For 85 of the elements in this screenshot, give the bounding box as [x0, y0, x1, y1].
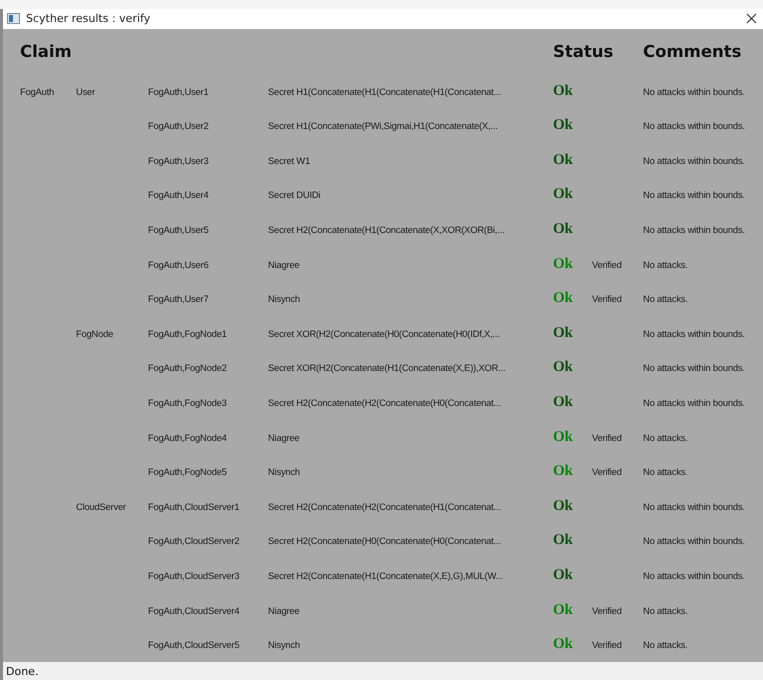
- claim-label: FogAuth,FogNode2: [148, 362, 227, 374]
- claim-text: Secret XOR(H2(Concatenate(H1(Concatenate(X,E)),XOR...: [268, 362, 506, 374]
- status-text: Ok: [553, 117, 573, 134]
- comment-text: No attacks.: [643, 604, 688, 616]
- comment-text: No attacks within bounds.: [643, 154, 745, 166]
- claim-text: Nisynch: [268, 293, 300, 304]
- claim-label: FogAuth,FogNode1: [148, 328, 227, 339]
- claim-text: Secret XOR(H2(Concatenate(H0(Concatenate(H0(IDf,X,...: [268, 328, 500, 339]
- claim-label: FogAuth,User5: [148, 224, 208, 236]
- claim-text: Niagree: [268, 258, 300, 270]
- claim-label: FogAuth,CloudServer2: [148, 535, 240, 546]
- protocol-label: FogAuth: [20, 86, 54, 97]
- claim-label: FogAuth,FogNode4: [148, 432, 227, 443]
- comment-text: No attacks within bounds.: [643, 362, 745, 374]
- claim-label: FogAuth,CloudServer1: [148, 500, 240, 512]
- status-text: Ok: [553, 602, 573, 619]
- claim-label: FogAuth,User3: [148, 154, 208, 166]
- claim-text: Nisynch: [268, 639, 300, 650]
- status-text: Ok: [553, 567, 573, 584]
- claim-label: FogAuth,User4: [148, 189, 208, 200]
- claim-label: FogAuth,User6: [148, 258, 208, 270]
- comment-text: No attacks.: [643, 293, 688, 304]
- comment-text: No attacks within bounds.: [643, 570, 745, 582]
- status-text: Ok: [553, 428, 573, 446]
- status-text: Ok: [553, 359, 573, 376]
- status-text: Ok: [553, 256, 573, 273]
- status-text: Ok: [553, 636, 573, 654]
- comment-text: No attacks within bounds.: [643, 328, 745, 339]
- claim-text: Nisynch: [268, 466, 300, 478]
- column-header: Status: [553, 40, 614, 63]
- role-label: User: [76, 86, 95, 97]
- claim-label: FogAuth,FogNode3: [148, 397, 227, 408]
- column-header: Comments: [643, 40, 742, 63]
- comment-text: No attacks within bounds.: [643, 397, 745, 408]
- status-text: Ok: [553, 290, 573, 308]
- status-text: Ok: [553, 463, 573, 480]
- status-text: Ok: [553, 152, 573, 169]
- claim-text: Secret H2(Concatenate(H1(Concatenate(X,XOR(XOR(Bi,...: [268, 224, 504, 236]
- claim-text: Secret H2(Concatenate(H1(Concatenate(X,E),G),MUL(W...: [268, 570, 503, 582]
- window-title: Scyther results : verify: [26, 12, 152, 26]
- role-label: CloudServer: [76, 500, 126, 512]
- status-text: Ok: [553, 221, 573, 238]
- comment-text: No attacks.: [643, 432, 688, 443]
- claim-text: Secret H2(Concatenate(H0(Concatenate(H0(Concatenat...: [268, 535, 501, 546]
- verdict-text: Verified: [592, 293, 622, 304]
- comment-text: No attacks within bounds.: [643, 86, 745, 97]
- claim-label: FogAuth,CloudServer3: [148, 570, 240, 582]
- claim-text: Secret DUIDi: [268, 189, 320, 200]
- status-text: Ok: [553, 82, 573, 100]
- comment-text: No attacks within bounds.: [643, 535, 745, 546]
- verdict-text: Verified: [592, 604, 622, 616]
- comment-text: No attacks.: [643, 258, 688, 270]
- column-header: Claim: [20, 40, 73, 63]
- comment-text: No attacks.: [643, 466, 688, 478]
- claim-text: Niagree: [268, 432, 300, 443]
- status-text: Ok: [553, 186, 573, 204]
- verdict-text: Verified: [592, 432, 622, 443]
- claim-label: FogAuth,FogNode5: [148, 466, 227, 478]
- claim-text: Niagree: [268, 604, 300, 616]
- claim-label: FogAuth,CloudServer4: [148, 604, 240, 616]
- app-icon: [7, 13, 20, 24]
- claim-text: Secret H2(Concatenate(H2(Concatenate(H0(Concatenat...: [268, 397, 501, 408]
- role-label: FogNode: [76, 328, 114, 339]
- comment-text: No attacks within bounds.: [643, 120, 745, 132]
- comment-text: No attacks within bounds.: [643, 500, 745, 512]
- close-icon[interactable]: [746, 13, 757, 24]
- comment-text: No attacks within bounds.: [643, 189, 745, 200]
- status-text: Ok: [553, 498, 573, 515]
- claim-label: FogAuth,User2: [148, 120, 208, 132]
- verdict-text: Verified: [592, 466, 622, 478]
- claim-label: FogAuth,User1: [148, 86, 208, 97]
- status-text: Ok: [553, 532, 573, 550]
- comment-text: No attacks.: [643, 639, 688, 650]
- verdict-text: Verified: [592, 258, 622, 270]
- claim-label: FogAuth,User7: [148, 293, 208, 304]
- status-text: Ok: [553, 394, 573, 412]
- claim-text: Secret H1(Concatenate(H1(Concatenate(H1(Concatenat...: [268, 86, 501, 97]
- claim-text: Secret W1: [268, 154, 310, 166]
- claim-text: Secret H1(Concatenate(PWi,Sigmai,H1(Concatenate(X,...: [268, 120, 498, 132]
- comment-text: No attacks within bounds.: [643, 224, 745, 236]
- claim-text: Secret H2(Concatenate(H2(Concatenate(H1(Concatenat...: [268, 500, 501, 512]
- verdict-text: Verified: [592, 639, 622, 650]
- status-text: Done.: [6, 664, 38, 678]
- status-text: Ok: [553, 324, 573, 342]
- claim-label: FogAuth,CloudServer5: [148, 639, 240, 650]
